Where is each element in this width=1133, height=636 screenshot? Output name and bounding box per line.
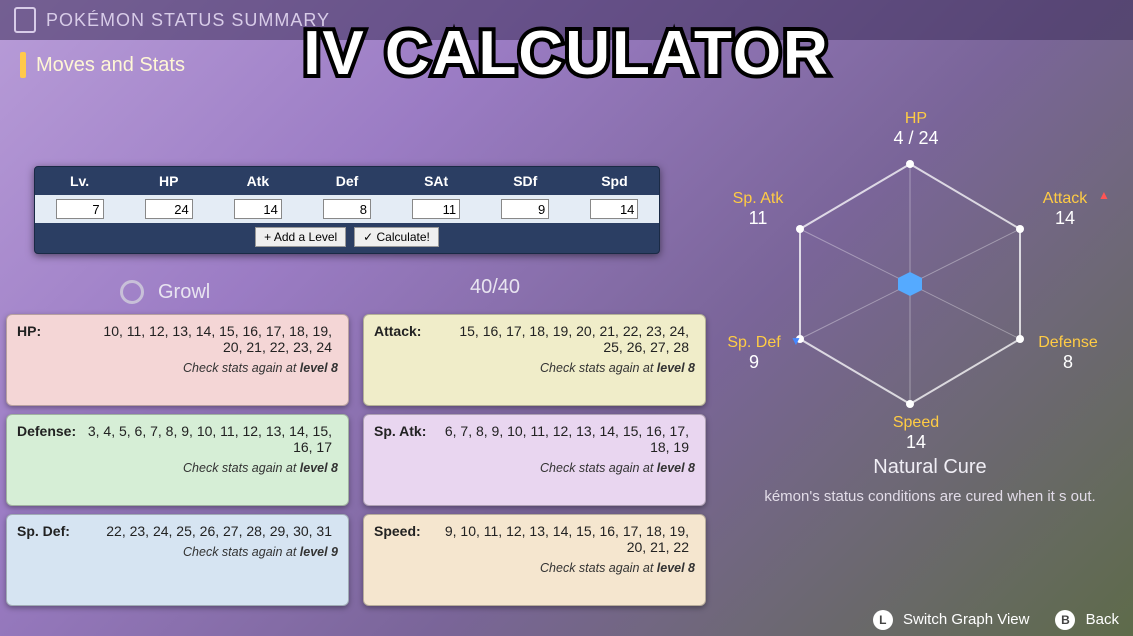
radar-label-def: Defense8 (1028, 334, 1108, 373)
move-row: Growl (120, 276, 640, 308)
card-hint: Check stats again at level 8 (17, 361, 338, 375)
switch-graph-label: Switch Graph View (903, 611, 1029, 628)
move-name: Growl (158, 281, 210, 304)
card-values: 22, 23, 24, 25, 26, 27, 28, 29, 30, 31 (85, 523, 332, 539)
col-sdf: SDf (481, 167, 570, 195)
radar-label-spd: Speed14 (876, 414, 956, 453)
switch-graph-button[interactable]: L Switch Graph View (873, 610, 1030, 630)
add-level-button[interactable]: + Add a Level (255, 227, 346, 247)
calculate-button[interactable]: ✓ Calculate! (354, 227, 439, 247)
input-sdf[interactable] (501, 199, 549, 219)
input-spd[interactable] (590, 199, 638, 219)
result-card: Sp. Atk:6, 7, 8, 9, 10, 11, 12, 13, 14, … (363, 414, 706, 506)
card-hint: Check stats again at level 9 (17, 545, 338, 559)
card-values: 15, 16, 17, 18, 19, 20, 21, 22, 23, 24, … (442, 323, 689, 355)
col-spd: Spd (570, 167, 659, 195)
iv-calculator-panel: Lv. HP Atk Def SAt SDf Spd + Add a Level… (34, 166, 660, 254)
back-button[interactable]: B Back (1055, 610, 1119, 630)
result-card: Attack:15, 16, 17, 18, 19, 20, 21, 22, 2… (363, 314, 706, 406)
result-card: Speed:9, 10, 11, 12, 13, 14, 15, 16, 17,… (363, 514, 706, 606)
nature-up-icon: ▲ (1098, 188, 1110, 202)
ability-block: Natural Cure kémon's status conditions a… (760, 456, 1100, 507)
card-label: Defense: (17, 423, 85, 439)
radar-label-atk: Attack14 (1030, 190, 1100, 229)
result-card: Defense:3, 4, 5, 6, 7, 8, 9, 10, 11, 12,… (6, 414, 349, 506)
card-label: Speed: (374, 523, 442, 539)
radar-label-hp: HP4 / 24 (876, 110, 956, 149)
input-def[interactable] (323, 199, 371, 219)
nature-down-icon: ▼ (790, 334, 802, 348)
card-values: 3, 4, 5, 6, 7, 8, 9, 10, 11, 12, 13, 14,… (85, 423, 332, 455)
result-cards: HP:10, 11, 12, 13, 14, 15, 16, 17, 18, 1… (6, 314, 706, 606)
l-button-icon: L (873, 610, 893, 630)
card-label: Sp. Atk: (374, 423, 442, 439)
input-hp[interactable] (145, 199, 193, 219)
result-card: HP:10, 11, 12, 13, 14, 15, 16, 17, 18, 1… (6, 314, 349, 406)
col-def: Def (302, 167, 391, 195)
card-values: 10, 11, 12, 13, 14, 15, 16, 17, 18, 19, … (85, 323, 332, 355)
page-title: IV CALCULATOR (0, 18, 1133, 89)
card-hint: Check stats again at level 8 (17, 461, 338, 475)
back-label: Back (1086, 611, 1119, 628)
result-card: Sp. Def:22, 23, 24, 25, 26, 27, 28, 29, … (6, 514, 349, 606)
input-atk[interactable] (234, 199, 282, 219)
card-values: 9, 10, 11, 12, 13, 14, 15, 16, 17, 18, 1… (442, 523, 689, 555)
move-pp: 40/40 (470, 276, 520, 299)
col-lv: Lv. (35, 167, 124, 195)
input-sat[interactable] (412, 199, 460, 219)
radar-label-satk: Sp. Atk11 (718, 190, 798, 229)
col-hp: HP (124, 167, 213, 195)
card-hint: Check stats again at level 8 (374, 461, 695, 475)
radar-hexagon-icon (770, 154, 1050, 414)
card-label: Sp. Def: (17, 523, 85, 539)
card-values: 6, 7, 8, 9, 10, 11, 12, 13, 14, 15, 16, … (442, 423, 689, 455)
move-type-icon (120, 280, 144, 304)
b-button-icon: B (1055, 610, 1075, 630)
card-label: Attack: (374, 323, 442, 339)
card-hint: Check stats again at level 8 (374, 361, 695, 375)
input-lv[interactable] (56, 199, 104, 219)
footer-controls: L Switch Graph View B Back (873, 610, 1119, 630)
ability-description: kémon's status conditions are cured when… (760, 487, 1100, 507)
col-atk: Atk (213, 167, 302, 195)
radar-label-sdef: Sp. Def9 (714, 334, 794, 373)
ability-name: Natural Cure (760, 456, 1100, 479)
col-sat: SAt (392, 167, 481, 195)
card-hint: Check stats again at level 8 (374, 561, 695, 575)
card-label: HP: (17, 323, 85, 339)
stat-radar: HP4 / 24 Attack14 Defense8 Speed14 Sp. D… (700, 118, 1120, 448)
